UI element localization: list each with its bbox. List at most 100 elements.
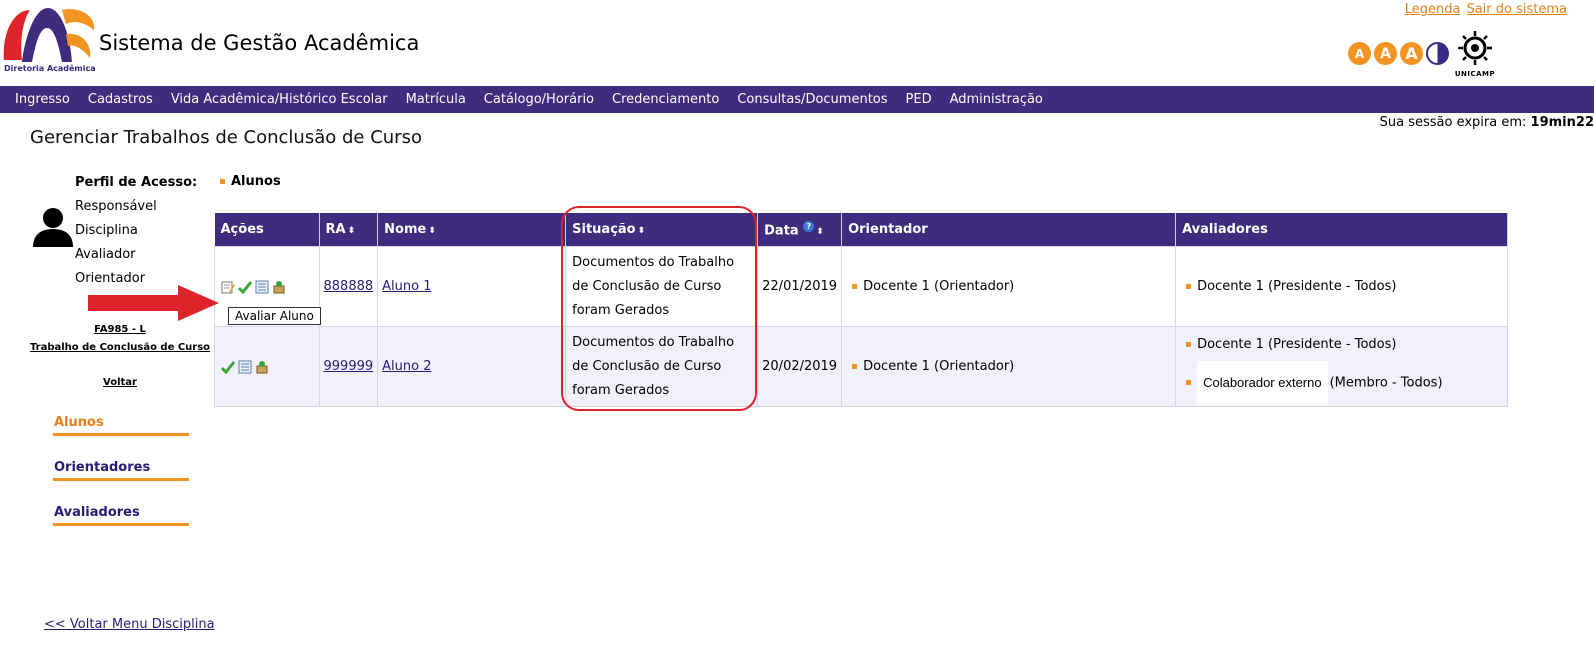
ra-link[interactable]: 999999 xyxy=(324,359,374,374)
main-nav: Ingresso Cadastros Vida Acadêmica/Histór… xyxy=(0,86,1594,113)
legenda-link[interactable]: Legenda xyxy=(1405,2,1461,17)
col-data-label: Data xyxy=(764,223,799,239)
contrast-icon[interactable] xyxy=(1426,42,1449,65)
orientador-cell: Docente 1 (Orientador) xyxy=(841,326,1177,407)
app-title: Sistema de Gestão Acadêmica xyxy=(99,31,420,55)
side-menu-orientadores[interactable]: Orientadores xyxy=(53,460,189,481)
col-avaliadores-label: Avaliadores xyxy=(1182,222,1268,237)
tooltip: Avaliar Aluno xyxy=(228,307,321,325)
bullet-icon xyxy=(1186,284,1192,289)
archive-box-icon[interactable] xyxy=(255,360,269,374)
profile-responsavel: Responsável xyxy=(75,199,157,214)
orientador-text: Docente 1 (Orientador) xyxy=(863,279,1015,294)
profile-label: Perfil de Acesso: xyxy=(75,175,198,190)
table-row: 999999 Aluno 2 Documentos do Trabalho de… xyxy=(214,326,1508,407)
sort-icon[interactable]: ⬍ xyxy=(638,226,646,236)
col-nome-label: Nome xyxy=(384,222,427,237)
back-menu-disciplina-link[interactable]: << Voltar Menu Disciplina xyxy=(44,617,215,632)
nome-cell: Aluno 1 xyxy=(377,246,567,327)
nome-link[interactable]: Aluno 2 xyxy=(382,359,431,374)
nav-cadastros[interactable]: Cadastros xyxy=(79,92,162,107)
back-menu: << Voltar Menu Disciplina xyxy=(44,617,215,632)
back-section: Voltar xyxy=(0,377,240,388)
nav-credenciamento[interactable]: Credenciamento xyxy=(603,92,728,107)
nav-ped[interactable]: PED xyxy=(897,92,941,107)
col-situacao[interactable]: Situação ⬍ xyxy=(565,213,759,247)
bullet-icon xyxy=(1186,380,1192,385)
avaliadores-cell: Docente 1 (Presidente - Todos) xyxy=(1175,246,1508,327)
sort-icon[interactable]: ⬍ xyxy=(428,226,436,236)
situacao-cell: Documentos do Trabalho de Conclusão de C… xyxy=(565,326,759,407)
discipline-code: FA985 - L xyxy=(0,324,240,335)
top-links: Legenda Sair do sistema xyxy=(1399,2,1567,17)
discipline-name: Trabalho de Conclusão de Curso xyxy=(0,342,240,353)
ra-link[interactable]: 888888 xyxy=(324,279,374,294)
orientador-text: Docente 1 (Orientador) xyxy=(863,359,1015,374)
side-menu-alunos[interactable]: Alunos xyxy=(53,415,189,436)
font-size-medium-button[interactable]: A xyxy=(1374,42,1397,65)
avaliador-line: Docente 1 (Presidente - Todos) xyxy=(1186,329,1503,361)
section-title: Alunos xyxy=(220,174,281,189)
nav-consultas[interactable]: Consultas/Documentos xyxy=(728,92,896,107)
font-size-small-button[interactable]: A xyxy=(1348,42,1371,65)
approve-check-icon[interactable] xyxy=(238,280,252,294)
avaliador-role: (Membro - Todos) xyxy=(1329,375,1443,390)
avaliador-line: Colaborador externo (Membro - Todos) xyxy=(1186,360,1503,405)
nav-matricula[interactable]: Matrícula xyxy=(397,92,475,107)
discipline-code-link[interactable]: FA985 - L xyxy=(94,324,146,335)
logo-subtitle: Diretoria Acadêmica xyxy=(4,64,96,73)
col-acoes: Ações xyxy=(214,213,320,247)
unicamp-logo: UNICAMP xyxy=(1452,30,1498,78)
col-orientador: Orientador xyxy=(841,213,1177,247)
session-timer: Sua sessão expira em: 19min22 xyxy=(1380,115,1594,130)
col-acoes-label: Ações xyxy=(220,222,264,237)
document-icon[interactable] xyxy=(238,360,252,374)
table-row: 888888 Aluno 1 Documentos do Trabalho de… xyxy=(214,246,1508,327)
external-collaborator-chip: Colaborador externo xyxy=(1197,360,1328,405)
section-title-text: Alunos xyxy=(231,174,281,189)
user-icon xyxy=(31,207,75,247)
avaliadores-cell: Docente 1 (Presidente - Todos) Colaborad… xyxy=(1175,326,1508,407)
nav-vida-academica[interactable]: Vida Acadêmica/Histórico Escolar xyxy=(162,92,397,107)
approve-check-icon[interactable] xyxy=(221,360,235,374)
red-arrow-icon xyxy=(88,285,219,321)
col-ra-label: RA xyxy=(325,222,346,237)
session-label: Sua sessão expira em: xyxy=(1379,115,1527,130)
profile-disciplina: Disciplina xyxy=(75,223,138,238)
session-time: 19min22 xyxy=(1530,115,1594,130)
evaluate-student-icon[interactable] xyxy=(221,280,235,294)
students-table: Ações RA ⬍ Nome ⬍ Situação ⬍ Data ?⬍ Orient… xyxy=(214,213,1508,407)
profile-avaliador: Avaliador xyxy=(75,247,136,262)
help-icon[interactable]: ? xyxy=(803,220,815,232)
back-link[interactable]: Voltar xyxy=(103,377,137,388)
nav-administracao[interactable]: Administração xyxy=(941,92,1052,107)
side-menu-avaliadores[interactable]: Avaliadores xyxy=(53,505,189,526)
document-icon[interactable] xyxy=(255,280,269,294)
col-nome[interactable]: Nome ⬍ xyxy=(377,213,567,247)
col-data[interactable]: Data ?⬍ xyxy=(757,213,843,247)
ra-cell: 999999 xyxy=(318,326,379,407)
discipline-name-link[interactable]: Trabalho de Conclusão de Curso xyxy=(30,342,210,353)
archive-box-icon[interactable] xyxy=(272,280,286,294)
bullet-icon xyxy=(1186,341,1192,347)
nav-catalogo[interactable]: Catálogo/Horário xyxy=(475,92,603,107)
accessibility-controls: A A A xyxy=(1348,42,1449,65)
avaliador-text: Docente 1 (Presidente - Todos) xyxy=(1197,336,1397,352)
data-cell: 22/01/2019 xyxy=(757,246,843,327)
bullet-icon xyxy=(852,364,858,369)
sort-icon[interactable]: ⬍ xyxy=(348,226,356,236)
bullet-icon xyxy=(852,284,858,289)
nome-link[interactable]: Aluno 1 xyxy=(382,279,431,294)
data-cell: 20/02/2019 xyxy=(757,326,843,407)
nome-cell: Aluno 2 xyxy=(377,326,567,407)
col-ra[interactable]: RA ⬍ xyxy=(319,213,379,247)
nav-ingresso[interactable]: Ingresso xyxy=(6,92,79,107)
logout-link[interactable]: Sair do sistema xyxy=(1466,2,1567,17)
sort-icon[interactable]: ⬍ xyxy=(816,227,824,237)
orientador-cell: Docente 1 (Orientador) xyxy=(841,246,1177,327)
bullet-icon xyxy=(220,179,225,184)
table-header-row: Ações RA ⬍ Nome ⬍ Situação ⬍ Data ?⬍ Orient… xyxy=(214,213,1508,247)
font-size-large-button[interactable]: A xyxy=(1400,42,1423,65)
situacao-cell: Documentos do Trabalho de Conclusão de C… xyxy=(565,246,759,327)
col-avaliadores: Avaliadores xyxy=(1175,213,1508,247)
